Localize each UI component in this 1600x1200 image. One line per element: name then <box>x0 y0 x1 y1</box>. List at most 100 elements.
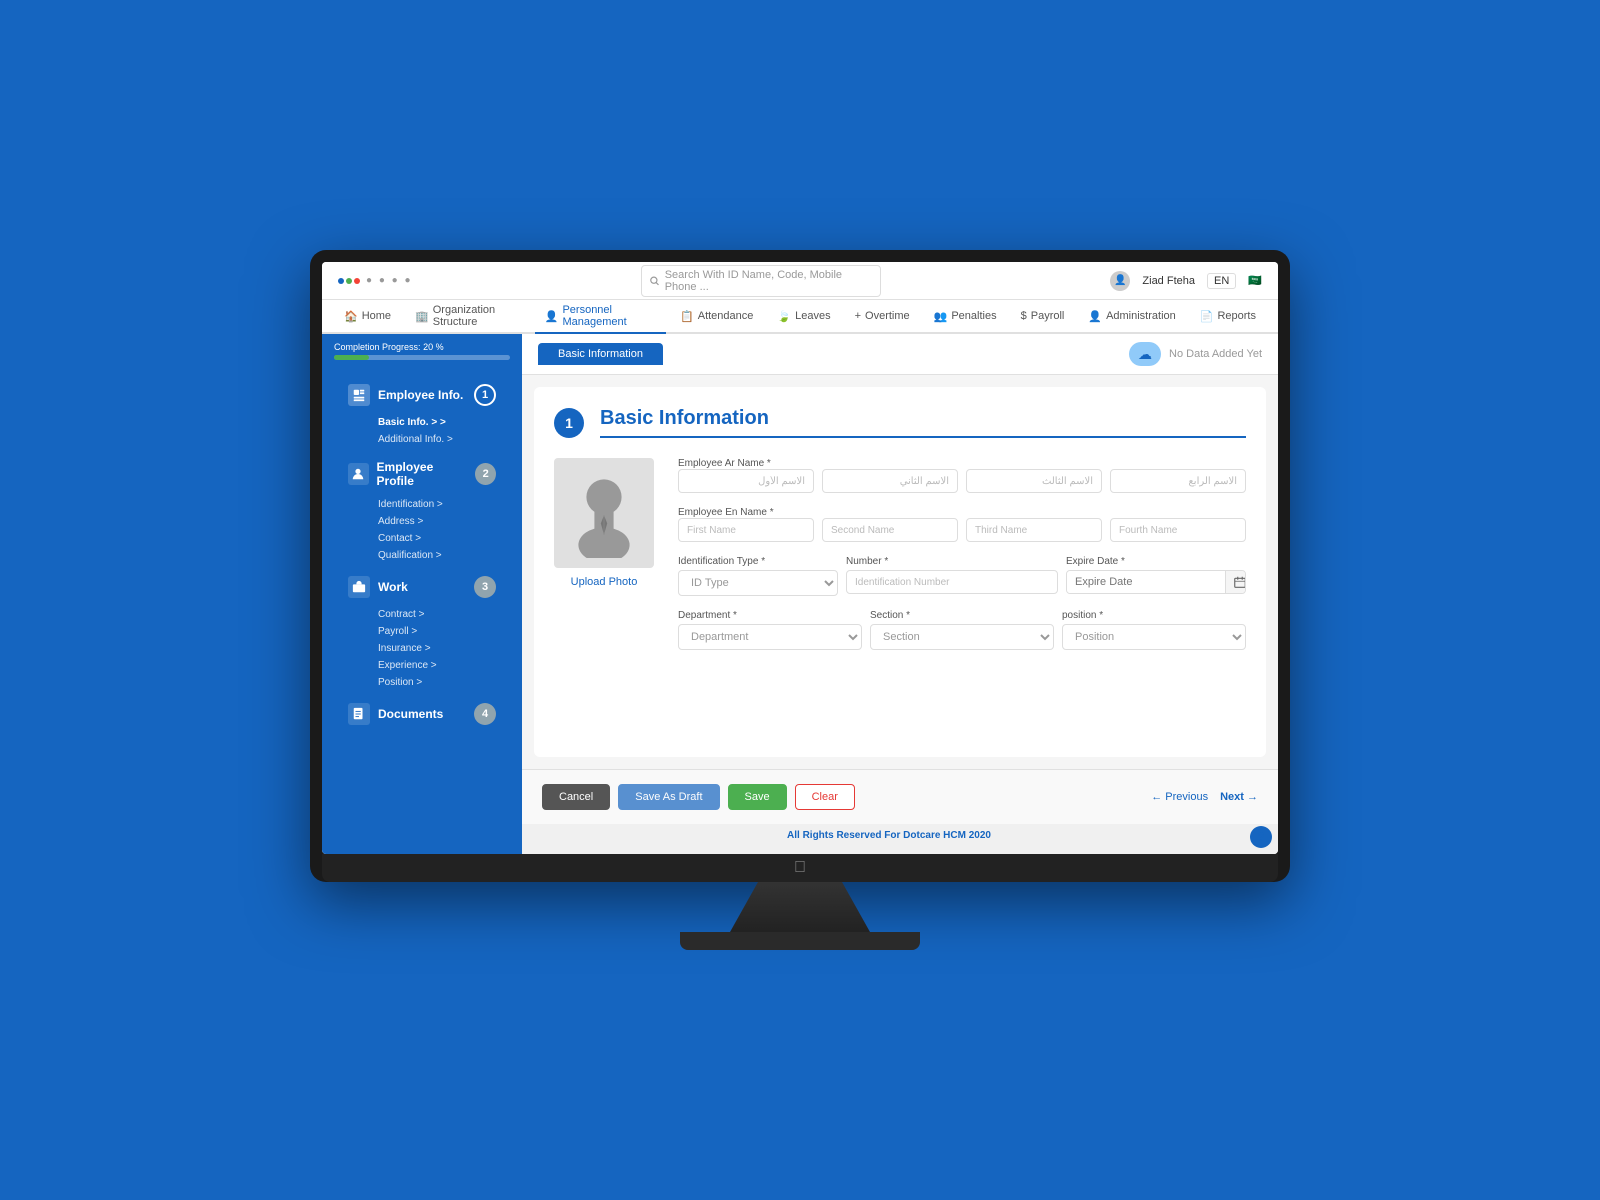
help-button[interactable]: ? <box>1250 826 1272 848</box>
sidebar-sub-qualification[interactable]: Qualification <box>378 547 510 564</box>
sidebar-sub-experience[interactable]: Experience <box>378 657 510 674</box>
en-fourth-field <box>1110 518 1246 542</box>
en-third-field <box>966 518 1102 542</box>
sidebar-sub-payroll[interactable]: Payroll <box>378 623 510 640</box>
prev-button[interactable]: ← Previous <box>1151 791 1208 803</box>
nav-home[interactable]: 🏠 Home <box>334 300 401 334</box>
id-type-select[interactable]: ID Type Passport National ID <box>678 570 838 596</box>
cancel-button[interactable]: Cancel <box>542 784 610 810</box>
progress-area: Completion Progress: 20 % <box>322 334 522 368</box>
sidebar-step-1[interactable]: Employee Info. 1 Basic Info. > Additiona… <box>334 376 510 448</box>
logo-dot-green <box>346 278 352 284</box>
en-second-input[interactable] <box>822 518 958 542</box>
no-data-cloud-icon: ☁ <box>1129 342 1161 366</box>
en-first-input[interactable] <box>678 518 814 542</box>
org-icon: 🏢 <box>415 310 429 323</box>
ar-third-input[interactable] <box>966 469 1102 493</box>
save-button[interactable]: Save <box>728 784 787 810</box>
position-select[interactable]: Position <box>1062 624 1246 650</box>
expire-date-wrapper <box>1066 570 1246 594</box>
sidebar-sub-identification[interactable]: Identification <box>378 496 510 513</box>
header-right: 👤 Ziad Fteha EN 🇸🇦 <box>1110 271 1262 291</box>
sidebar-sub-position[interactable]: Position <box>378 674 510 691</box>
sidebar-sub-basic-info[interactable]: Basic Info. > <box>378 414 510 431</box>
search-bar[interactable]: Search With ID Name, Code, Mobile Phone … <box>641 265 881 297</box>
section-label: Section * <box>870 610 1054 621</box>
nav-penalties[interactable]: 👥 Penalties <box>924 300 1007 334</box>
department-select[interactable]: Department <box>678 624 862 650</box>
sidebar-sub-contact[interactable]: Contact <box>378 530 510 547</box>
monitor-chin:  <box>322 854 1278 882</box>
en-second-field <box>822 518 958 542</box>
photo-placeholder <box>554 458 654 568</box>
number-input[interactable] <box>846 570 1058 594</box>
step1-label: Employee Info. <box>378 388 463 402</box>
nav-attendance[interactable]: 📋 Attendance <box>670 300 763 334</box>
nav-bar: 🏠 Home 🏢 Organization Structure 👤 Person… <box>322 300 1278 334</box>
department-label: Department * <box>678 610 862 621</box>
ar-fourth-input[interactable] <box>1110 469 1246 493</box>
nav-admin[interactable]: 👤 Administration <box>1078 300 1185 334</box>
step2-label: Employee Profile <box>377 460 468 488</box>
sidebar-sub-address[interactable]: Address <box>378 513 510 530</box>
app-body: Completion Progress: 20 % <box>322 334 1278 854</box>
top-tab[interactable]: Basic Information <box>538 343 663 365</box>
en-fourth-input[interactable] <box>1110 518 1246 542</box>
penalties-icon: 👥 <box>934 310 948 323</box>
upload-photo-label[interactable]: Upload Photo <box>571 576 638 588</box>
expire-field: Expire Date * <box>1066 556 1246 596</box>
sidebar-step-2[interactable]: Employee Profile 2 Identification Addres… <box>334 452 510 564</box>
user-name[interactable]: Ziad Fteha <box>1142 275 1195 287</box>
ar-first-input[interactable] <box>678 469 814 493</box>
avatar-svg <box>564 468 644 558</box>
position-field: position * Position <box>1062 610 1246 650</box>
step3-subitems: Contract Payroll Insurance Experience Po… <box>334 606 510 691</box>
app-logo: ● ● ● ● <box>338 275 413 286</box>
main-content: Basic Information ☁ No Data Added Yet 1 … <box>522 334 1278 854</box>
flag-icon: 🇸🇦 <box>1248 274 1262 287</box>
nav-overtime[interactable]: + Overtime <box>845 300 920 334</box>
next-button[interactable]: Next → <box>1220 791 1258 803</box>
form-container: 1 Basic Information <box>534 387 1266 757</box>
nav-payroll[interactable]: $ Payroll <box>1011 300 1075 334</box>
sidebar-sections: Employee Info. 1 Basic Info. > Additiona… <box>322 368 522 745</box>
nav-buttons: ← Previous Next → <box>1151 791 1258 803</box>
home-icon: 🏠 <box>344 310 358 323</box>
save-draft-button[interactable]: Save As Draft <box>618 784 719 810</box>
sidebar: Completion Progress: 20 % <box>322 334 522 854</box>
ar-first-field <box>678 469 814 493</box>
monitor-base <box>680 932 920 950</box>
nav-org-structure[interactable]: 🏢 Organization Structure <box>405 300 531 334</box>
clear-button[interactable]: Clear <box>795 784 855 810</box>
expire-date-input[interactable] <box>1067 571 1225 593</box>
sidebar-sub-contract[interactable]: Contract <box>378 606 510 623</box>
sidebar-sub-additional-info[interactable]: Additional Info. <box>378 431 510 448</box>
sidebar-step-4[interactable]: Documents 4 <box>334 695 510 733</box>
sidebar-sub-insurance[interactable]: Insurance <box>378 640 510 657</box>
section-select[interactable]: Section <box>870 624 1054 650</box>
payroll-icon: $ <box>1021 310 1027 322</box>
top-bar: Basic Information ☁ No Data Added Yet <box>522 334 1278 375</box>
fields-section: Employee Ar Name * <box>678 458 1246 664</box>
documents-icon <box>348 703 370 725</box>
nav-leaves[interactable]: 🍃 Leaves <box>767 300 840 334</box>
en-third-input[interactable] <box>966 518 1102 542</box>
number-field: Number * <box>846 556 1058 596</box>
nav-reports[interactable]: 📄 Reports <box>1190 300 1266 334</box>
sidebar-step-3[interactable]: Work 3 Contract Payroll Insurance Experi… <box>334 568 510 691</box>
progress-label: Completion Progress: 20 % <box>334 342 510 352</box>
nav-personnel[interactable]: 👤 Personnel Management <box>535 300 666 334</box>
step3-badge: 3 <box>474 576 496 598</box>
no-data-area: ☁ No Data Added Yet <box>1129 342 1262 366</box>
ar-name-label: Employee Ar Name * <box>678 458 1246 469</box>
ar-second-input[interactable] <box>822 469 958 493</box>
user-avatar: 👤 <box>1110 271 1130 291</box>
en-first-field <box>678 518 814 542</box>
progress-track <box>334 355 510 360</box>
action-bar: Cancel Save As Draft Save Clear ← Previo… <box>522 769 1278 824</box>
lang-selector[interactable]: EN <box>1207 273 1236 289</box>
calendar-icon[interactable] <box>1225 571 1246 593</box>
step3-label: Work <box>378 580 408 594</box>
step4-badge: 4 <box>474 703 496 725</box>
search-placeholder: Search With ID Name, Code, Mobile Phone … <box>665 269 873 293</box>
